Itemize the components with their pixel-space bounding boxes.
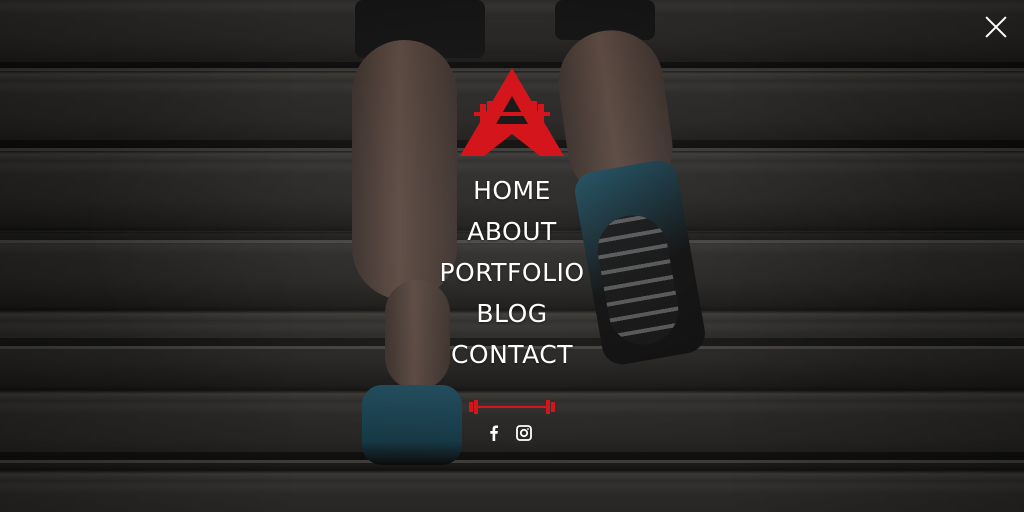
facebook-icon[interactable] — [486, 425, 502, 441]
instagram-icon[interactable] — [516, 425, 532, 441]
barbell-divider-icon — [469, 400, 555, 414]
nav-portfolio[interactable]: PORTFOLIO — [439, 252, 584, 293]
nav-blog[interactable]: BLOG — [476, 293, 547, 334]
nav-about[interactable]: ABOUT — [467, 211, 557, 252]
nav-home[interactable]: HOME — [473, 170, 551, 211]
close-icon[interactable] — [984, 15, 1008, 39]
barbell-triangle-logo — [460, 68, 564, 156]
menu-overlay: HOME ABOUT PORTFOLIO BLOG CONTACT — [0, 0, 1024, 512]
main-nav: HOME ABOUT PORTFOLIO BLOG CONTACT — [412, 170, 612, 375]
nav-contact[interactable]: CONTACT — [451, 334, 573, 375]
social-links — [486, 425, 532, 441]
